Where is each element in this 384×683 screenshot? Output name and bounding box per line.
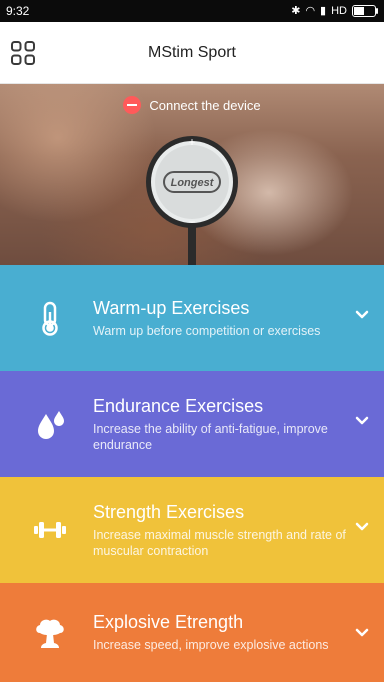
thermometer-icon bbox=[42, 301, 58, 336]
exercise-card-strength[interactable]: Strength Exercises Increase maximal musc… bbox=[0, 477, 384, 583]
exercise-title: Endurance Exercises bbox=[93, 395, 264, 416]
exercise-title: Warm-up Exercises bbox=[93, 297, 250, 318]
water-drops-icon bbox=[38, 411, 64, 439]
wifi-icon: ◠ bbox=[305, 4, 316, 17]
chevron-down-icon[interactable] bbox=[354, 625, 370, 641]
connect-device-label: Connect the device bbox=[149, 97, 261, 113]
connect-device-button[interactable]: Connect the device bbox=[0, 96, 384, 114]
exercise-card-endurance[interactable]: Endurance Exercises Increase the ability… bbox=[0, 371, 384, 477]
status-bar: 9:32 ✱ ◠ ▮ HD bbox=[0, 0, 384, 22]
exercise-subtitle: Warm up before competition or exercises bbox=[93, 323, 321, 338]
app-title: MStim Sport bbox=[147, 43, 236, 61]
exercise-subtitle: Increase maximal muscle strength and rat… bbox=[93, 527, 346, 558]
stimulator-device-image: + − Longest bbox=[146, 135, 238, 265]
grid-menu-icon[interactable] bbox=[10, 40, 36, 66]
network-type: HD bbox=[331, 5, 347, 17]
chevron-down-icon[interactable] bbox=[354, 307, 370, 323]
exercise-subtitle: Increase the ability of anti-fatigue, im… bbox=[93, 421, 328, 452]
exercise-title: Explosive Etrength bbox=[93, 612, 244, 632]
status-icons: ✱ ◠ ▮ HD bbox=[291, 4, 378, 17]
svg-text:−: − bbox=[188, 215, 195, 229]
exercise-card-explosive[interactable]: Explosive Etrength Increase speed, impro… bbox=[0, 583, 384, 682]
disconnected-icon bbox=[123, 96, 142, 114]
status-time: 9:32 bbox=[6, 4, 30, 18]
chevron-down-icon[interactable] bbox=[354, 413, 370, 429]
device-brand-label: Longest bbox=[171, 177, 215, 189]
mushroom-cloud-icon bbox=[36, 619, 64, 648]
exercise-subtitle: Increase speed, improve explosive action… bbox=[93, 638, 329, 652]
signal-icon: ▮ bbox=[320, 4, 327, 17]
exercise-card-warm-up[interactable]: Warm-up Exercises Warm up before competi… bbox=[0, 265, 384, 371]
bluetooth-icon: ✱ bbox=[291, 4, 301, 17]
app-bar: MStim Sport bbox=[0, 22, 384, 84]
exercise-title: Strength Exercises bbox=[93, 501, 245, 522]
chevron-down-icon[interactable] bbox=[354, 519, 370, 535]
hero-panel: Connect the device + − Longest bbox=[0, 84, 384, 265]
svg-text:+: + bbox=[188, 135, 195, 149]
dumbbell-icon bbox=[34, 522, 66, 538]
battery-icon bbox=[352, 5, 378, 17]
